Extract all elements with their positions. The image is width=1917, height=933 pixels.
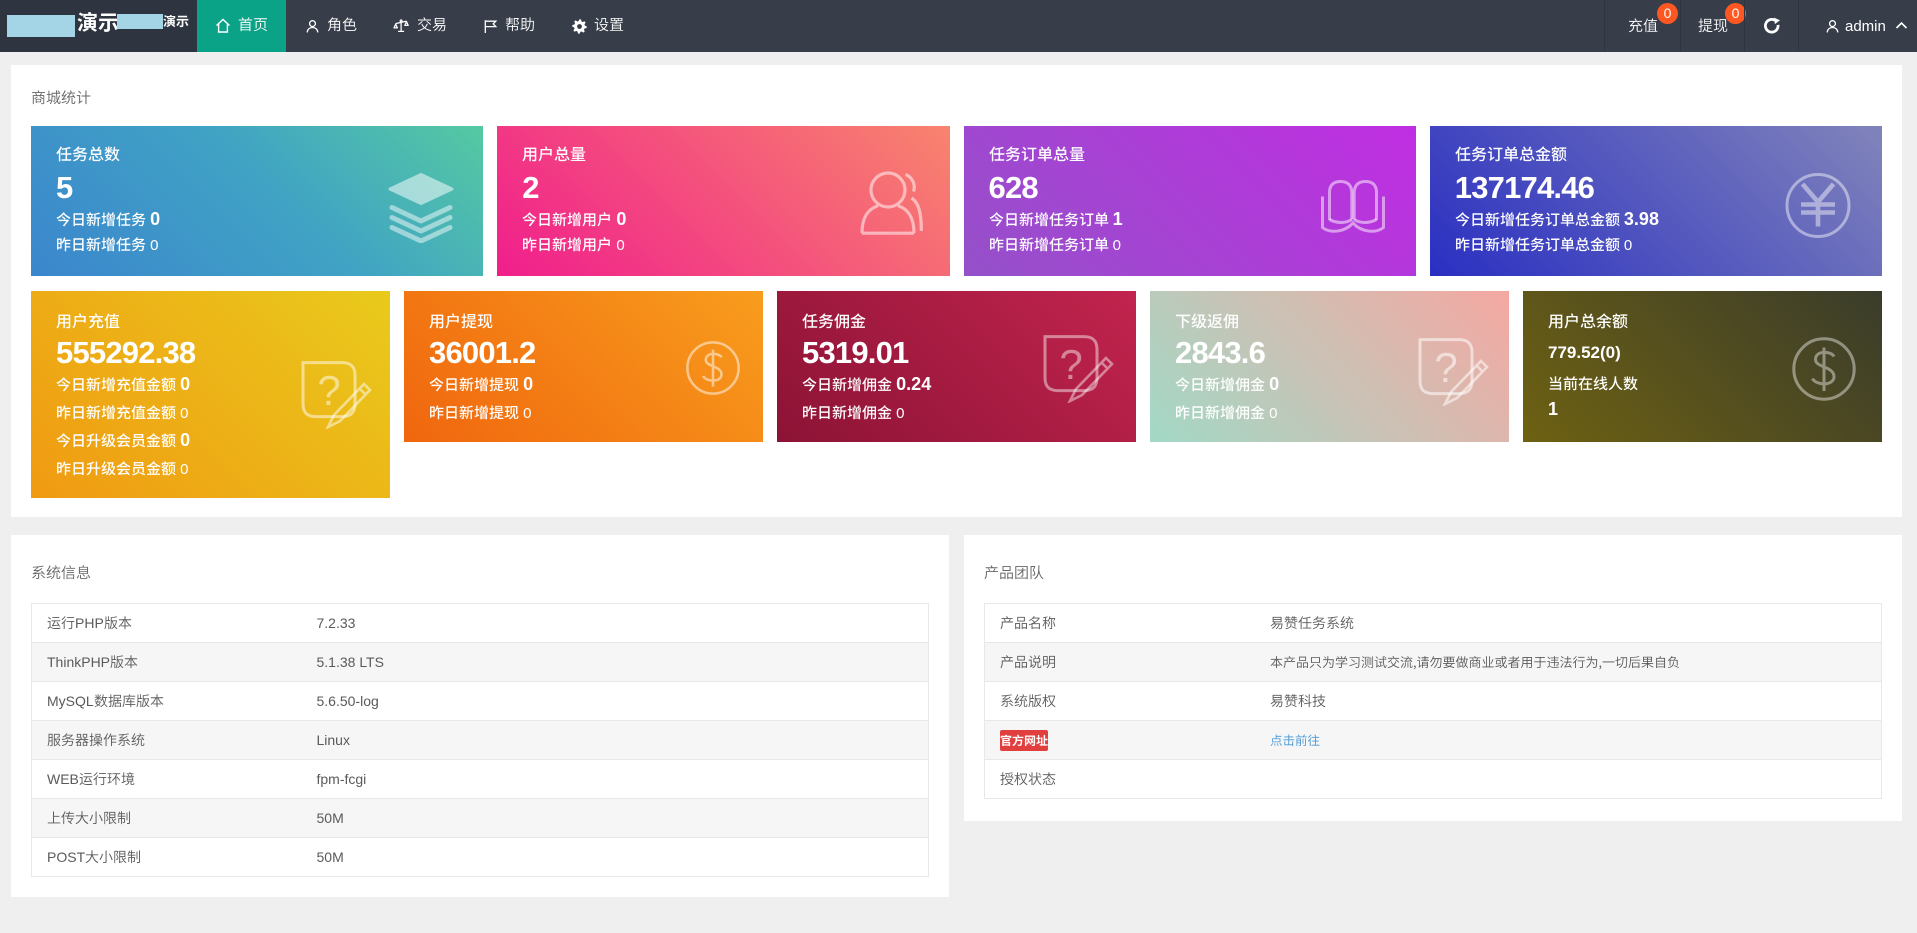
svg-text:?: ? (317, 367, 340, 414)
svg-text:?: ? (1059, 341, 1082, 388)
svg-text:?: ? (1434, 344, 1457, 391)
